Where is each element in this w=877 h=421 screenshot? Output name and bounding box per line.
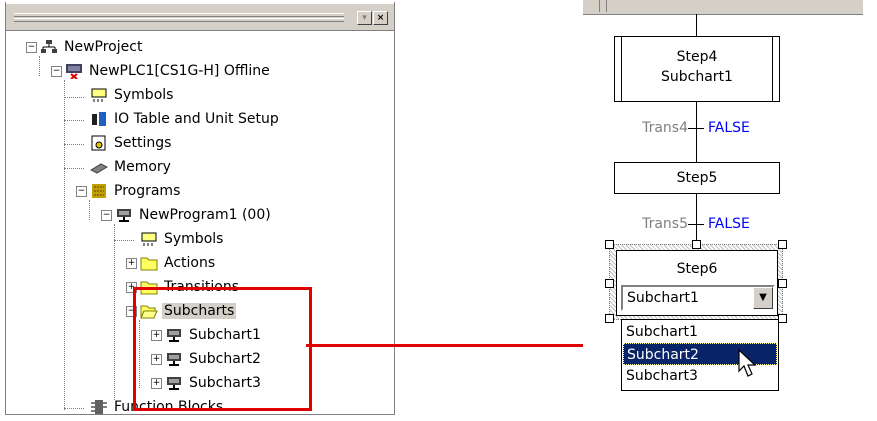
memory-icon — [90, 159, 108, 175]
folder-icon — [140, 255, 158, 271]
resize-handle[interactable] — [778, 279, 787, 288]
transition-value: FALSE — [708, 120, 750, 136]
resize-handle[interactable] — [778, 240, 787, 249]
collapse-toggle[interactable]: − — [101, 210, 112, 221]
combo-value: Subchart1 — [627, 290, 699, 306]
panel-titlebar: ▾ × — [6, 4, 394, 31]
tree-item-symbols[interactable]: Symbols — [90, 84, 175, 106]
step-name: Step5 — [676, 170, 718, 186]
tree-connector — [39, 56, 40, 76]
step-name: Step4 — [676, 49, 718, 65]
collapse-toggle[interactable]: − — [76, 186, 87, 197]
transition-name: Trans5 — [642, 216, 688, 232]
resize-handle[interactable] — [605, 240, 614, 249]
resize-handle[interactable] — [605, 314, 614, 323]
dock-menu-button[interactable]: ▾ — [357, 11, 372, 25]
plc-offline-icon — [65, 63, 83, 79]
program-icon — [115, 207, 133, 223]
sfc-link — [696, 100, 697, 162]
tree-connector — [64, 80, 65, 410]
callout-arrow-line — [306, 344, 594, 347]
transition-value: FALSE — [708, 216, 750, 232]
sfc-link — [696, 14, 697, 36]
programs-icon — [90, 183, 108, 199]
tree-item-program[interactable]: NewProgram1 (00) — [115, 204, 273, 226]
settings-icon — [90, 135, 108, 151]
editor-ruler — [583, 0, 863, 15]
step-subchart: Subchart1 — [661, 69, 733, 85]
function-block-icon — [90, 399, 108, 415]
resize-handle[interactable] — [605, 279, 614, 288]
tree-connector — [64, 97, 84, 98]
close-panel-button[interactable]: × — [373, 11, 388, 25]
transition-name: Trans4 — [642, 120, 688, 136]
resize-handle[interactable] — [692, 240, 701, 249]
tree-item-programs[interactable]: Programs — [90, 180, 182, 202]
step-name: Step6 — [676, 261, 718, 277]
tree-item-project[interactable]: NewProject — [40, 36, 144, 58]
highlight-box — [133, 287, 312, 411]
tree-item-io-table[interactable]: IO Table and Unit Setup — [90, 108, 281, 130]
mouse-pointer-icon — [738, 349, 757, 377]
network-icon — [40, 39, 58, 55]
tree-connector — [64, 120, 84, 121]
tree-item-plc[interactable]: NewPLC1[CS1G-H] Offline — [65, 60, 272, 82]
transition-bar — [688, 128, 704, 129]
subchart-combo[interactable]: Subchart1 ▼ — [621, 285, 775, 311]
expand-toggle[interactable]: + — [126, 258, 137, 269]
tree-connector — [64, 408, 84, 409]
symbols-icon — [90, 87, 108, 103]
collapse-toggle[interactable]: − — [26, 42, 37, 53]
tree-connector — [89, 200, 90, 220]
tree-item-settings[interactable]: Settings — [90, 132, 173, 154]
tree-connector — [114, 240, 134, 241]
resize-handle[interactable] — [778, 314, 787, 323]
ruler-marker — [599, 0, 607, 12]
dropdown-option[interactable]: Subchart1 — [623, 321, 777, 343]
step-box-step5[interactable]: Step5 — [614, 162, 780, 194]
tree-connector — [64, 168, 84, 169]
titlebar-grip[interactable] — [14, 13, 344, 17]
symbols-icon — [140, 231, 158, 247]
step-box-step4[interactable]: Step4 Subchart1 — [614, 36, 780, 102]
transition-bar — [688, 224, 704, 225]
tree-connector — [64, 144, 84, 145]
sfc-editor: Step4 Subchart1 Trans4 FALSE Step5 Trans… — [583, 0, 863, 400]
titlebar-grip[interactable] — [14, 18, 344, 22]
collapse-toggle[interactable]: − — [51, 66, 62, 77]
chevron-down-icon[interactable]: ▼ — [753, 287, 773, 309]
tree-item-program-symbols[interactable]: Symbols — [140, 228, 225, 250]
io-table-icon — [90, 111, 108, 127]
tree-item-actions[interactable]: Actions — [140, 252, 217, 274]
tree-connector — [114, 224, 115, 400]
tree-item-memory[interactable]: Memory — [90, 156, 173, 178]
